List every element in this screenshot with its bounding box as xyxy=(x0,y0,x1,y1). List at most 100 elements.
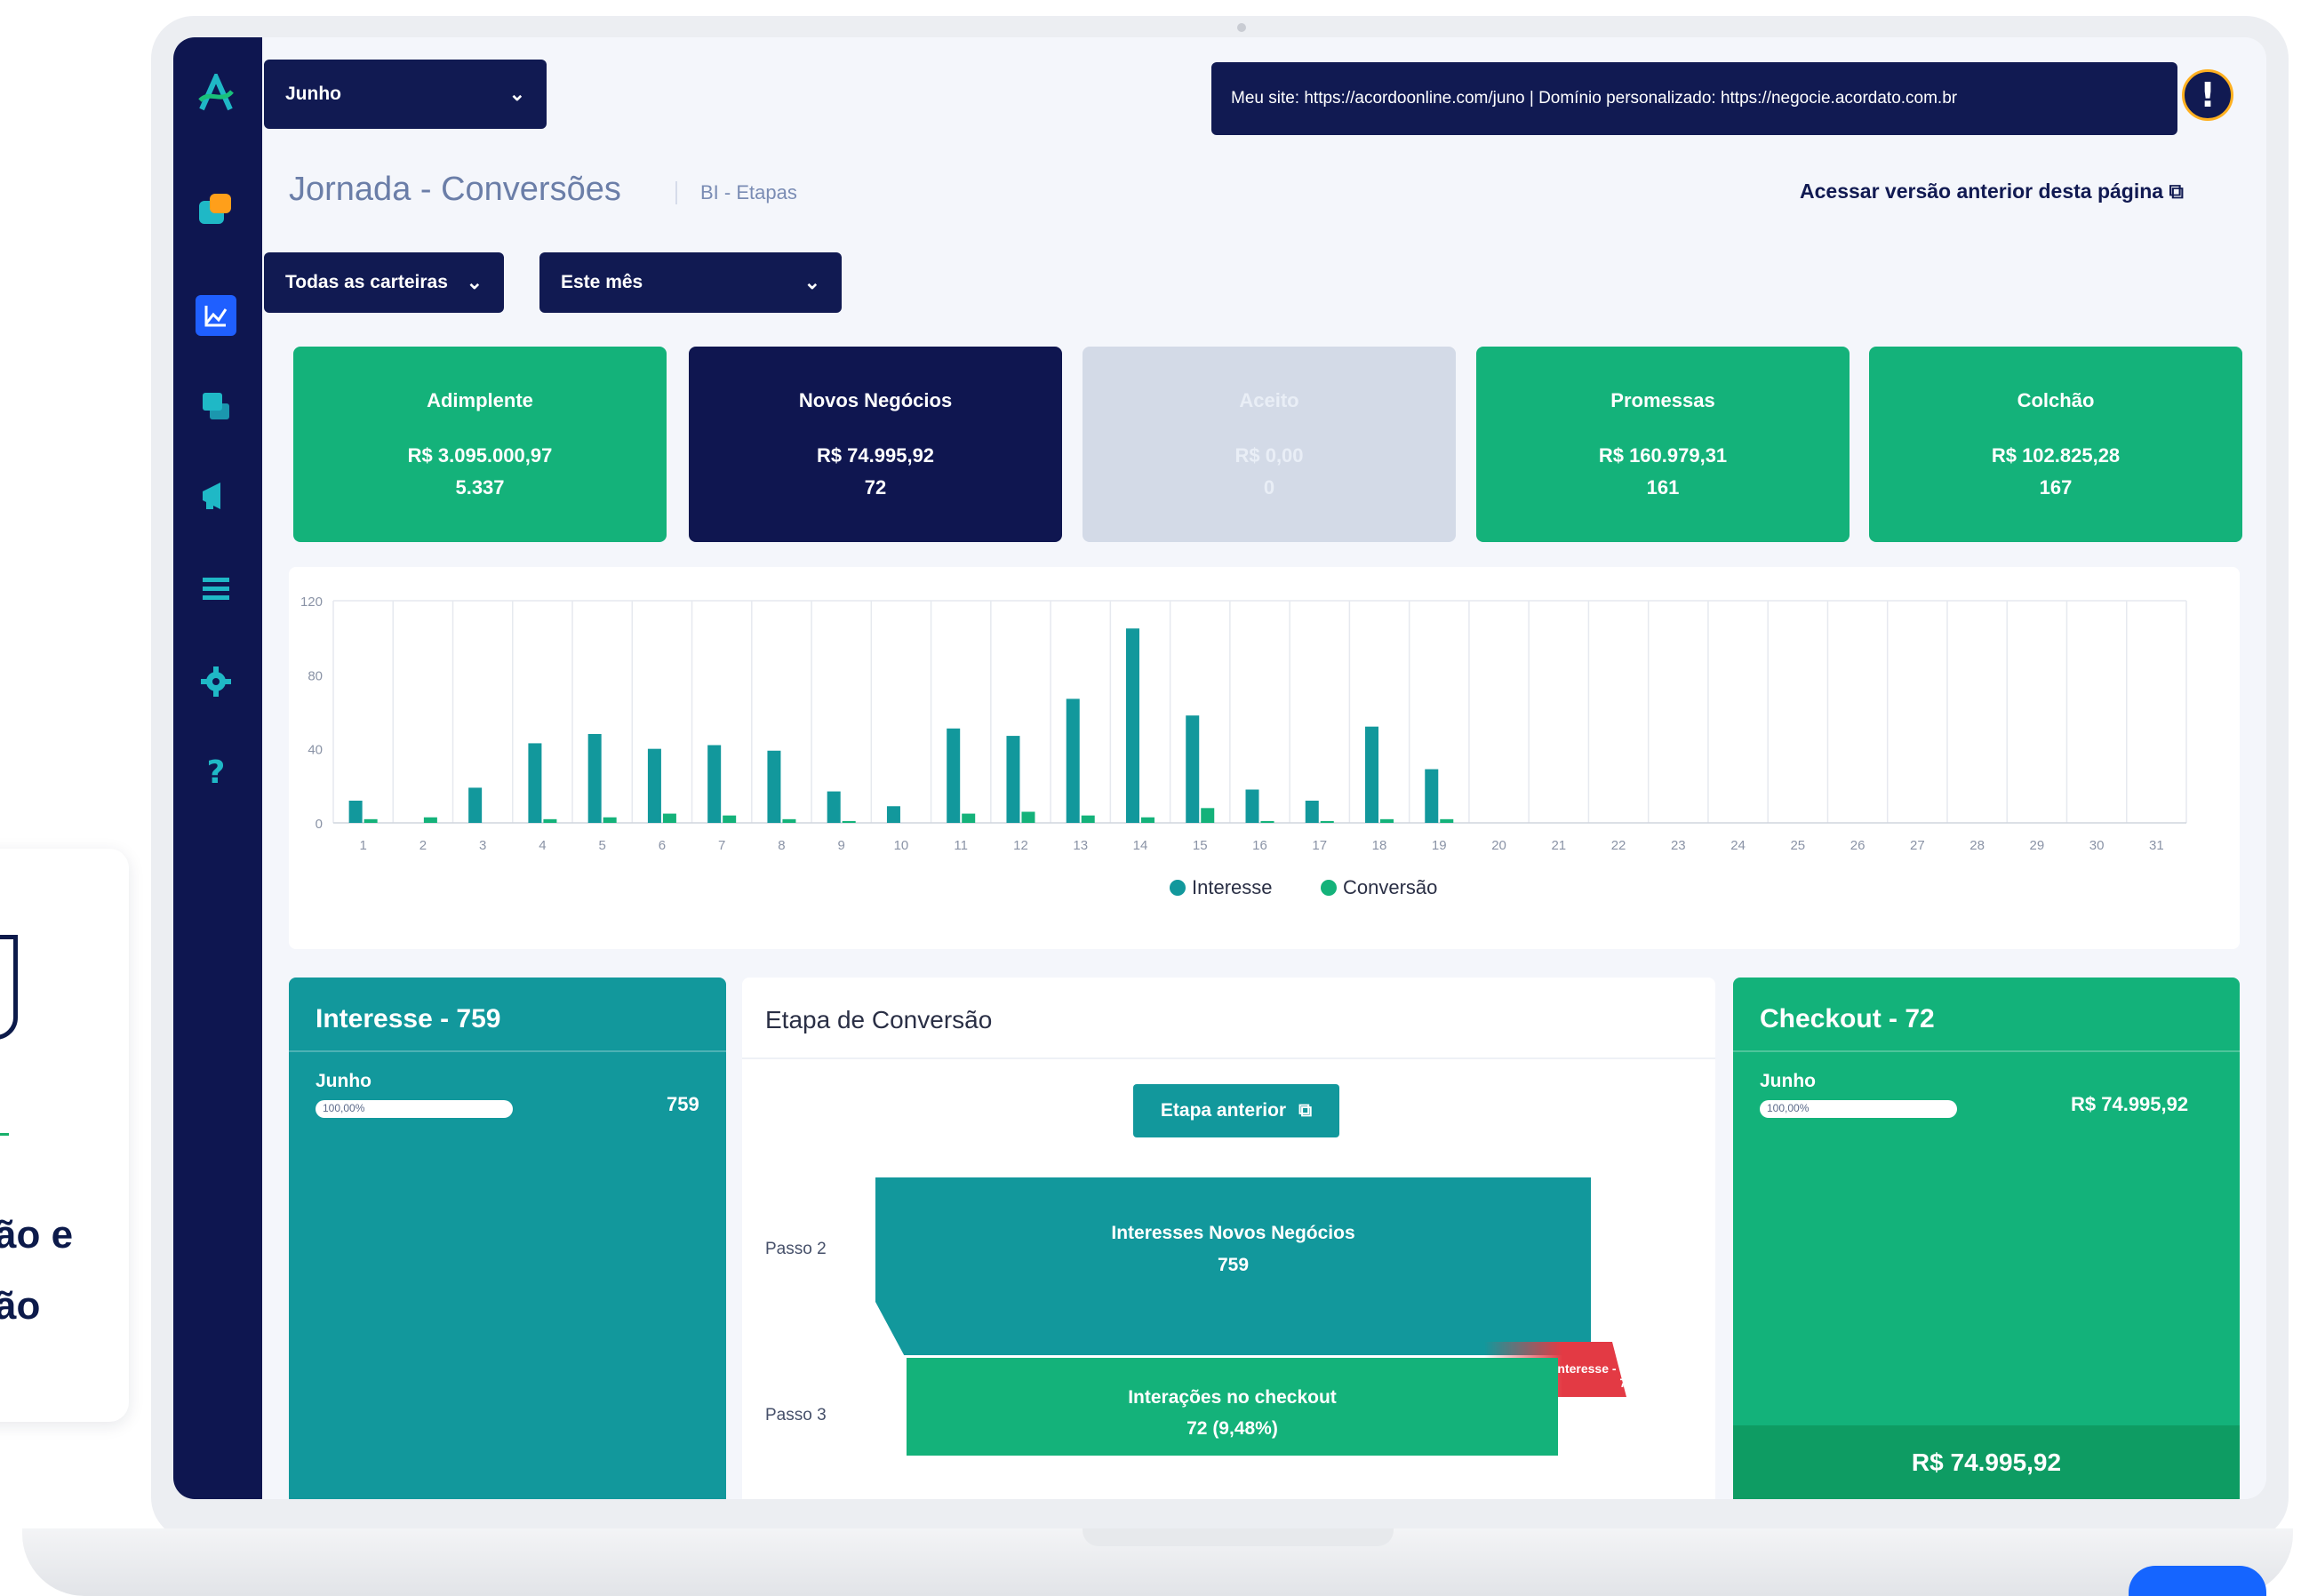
kpi-value: R$ 160.979,31 xyxy=(1598,444,1728,467)
chevron-down-icon: ⌄ xyxy=(466,271,483,293)
chart-bar-interesse xyxy=(587,734,602,823)
camera-icon xyxy=(1237,23,1246,32)
x-tick-label: 9 xyxy=(838,838,845,853)
x-tick-label: 23 xyxy=(1671,838,1686,853)
shield-icon xyxy=(0,935,18,1040)
interesse-month: Junho xyxy=(316,1071,372,1091)
checkout-progress: 100,00% xyxy=(1760,1100,1957,1118)
kpi-title: Colchão xyxy=(2017,389,2095,411)
chart-bar-conversão xyxy=(603,817,617,823)
funnel-stage-2-title: Interações no checkout xyxy=(1128,1387,1337,1408)
kpi-title: Promessas xyxy=(1610,389,1715,411)
funnel-stage-1-value: 759 xyxy=(1217,1255,1250,1275)
daily-bar-chart: 040801201 2 3 4 5 6 7 8 9 10 11 12 13 14 15 16 17 18 19 20 2… xyxy=(300,595,2187,898)
prev-step-button[interactable]: Etapa anterior ⧉ xyxy=(1133,1084,1339,1137)
divider xyxy=(1733,1050,2240,1052)
kpi-card-colchao[interactable]: Colchão R$ 102.825,28 167 xyxy=(1869,347,2242,542)
interesse-value: 759 xyxy=(667,1093,699,1115)
checkout-card: Checkout - 72 Junho 100,00% R$ 74.995,92… xyxy=(1733,978,2240,1499)
megaphone-icon[interactable] xyxy=(196,475,236,516)
chart-bar-interesse xyxy=(707,745,722,823)
step3-label: Passo 3 xyxy=(765,1406,827,1424)
funnel-stage-2-value: 72 (9,48%) xyxy=(1186,1418,1278,1439)
chart-bar-conversão xyxy=(423,817,437,823)
chart-bar-interesse xyxy=(1006,736,1020,823)
chart-bar-interesse xyxy=(468,787,483,823)
chart-bar-conversão xyxy=(1380,818,1394,823)
month-select-label: Junho xyxy=(285,84,341,104)
site-url-bar[interactable]: Meu site: https://acordoonline.com/juno … xyxy=(1211,62,2177,135)
prev-version-link[interactable]: Acessar versão anterior desta página ⧉ xyxy=(1800,180,2184,203)
chart-bar-conversão xyxy=(723,815,737,823)
interesse-percent: 100,00% xyxy=(323,1102,365,1114)
page-title: Jornada - Conversões xyxy=(289,171,621,208)
funnel-card: Etapa de Conversão Etapa anterior ⧉ Pass… xyxy=(742,978,1715,1499)
checkout-month: Junho xyxy=(1760,1071,1816,1091)
x-tick-label: 11 xyxy=(954,838,968,853)
x-tick-label: 1 xyxy=(359,838,366,853)
chart-bar-conversão xyxy=(1201,808,1215,823)
chart-bar-interesse xyxy=(348,801,363,823)
kpi-value: R$ 102.825,28 xyxy=(1991,444,2121,467)
chart-bar-interesse xyxy=(647,748,661,823)
chart-bar-interesse xyxy=(1125,628,1139,823)
chart-bar-conversão xyxy=(364,818,378,823)
kpi-value: R$ 74.995,92 xyxy=(816,444,935,467)
chart-bar-conversão xyxy=(1021,811,1035,823)
x-tick-label: 29 xyxy=(2030,838,2045,853)
wallet-filter-label: Todas as carteiras xyxy=(285,272,448,292)
feature-card-line1: ão e xyxy=(0,1213,74,1257)
help-icon[interactable]: ? xyxy=(196,752,236,793)
kpi-count: 161 xyxy=(1646,476,1680,499)
kpi-card-adimplente[interactable]: Adimplente R$ 3.095.000,97 5.337 xyxy=(293,347,667,542)
y-tick-label: 120 xyxy=(300,595,323,610)
chart-bar-conversão xyxy=(1081,815,1095,823)
month-select[interactable]: Junho ⌄ xyxy=(264,60,547,129)
marketing-canvas: ão e ão ? Junho ⌄ Meu site: https://acor… xyxy=(0,0,2317,1596)
chart-bar-conversão xyxy=(543,818,557,823)
laptop-notch xyxy=(1083,1528,1394,1546)
chart-bar-conversão xyxy=(782,818,796,823)
chart-bar-interesse xyxy=(886,806,900,823)
app-screen: ? Junho ⌄ Meu site: https://acordoonline… xyxy=(173,37,2266,1499)
chart-bar-conversão xyxy=(1260,820,1274,823)
kpi-card-promessas[interactable]: Promessas R$ 160.979,31 161 xyxy=(1476,347,1850,542)
prev-step-label: Etapa anterior xyxy=(1160,1100,1287,1121)
chart-bar-conversão xyxy=(842,820,856,823)
funnel-stage-1-title: Interesses Novos Negócios xyxy=(1111,1223,1355,1243)
alert-icon[interactable]: ! xyxy=(2182,69,2233,121)
x-tick-label: 3 xyxy=(479,838,486,853)
kpi-card-novos-negocios[interactable]: Novos Negócios R$ 74.995,92 72 xyxy=(689,347,1062,542)
x-tick-label: 5 xyxy=(598,838,605,853)
chart-bar-interesse xyxy=(1425,769,1439,823)
chart-bar-conversão xyxy=(1320,820,1334,823)
x-tick-label: 25 xyxy=(1790,838,1805,853)
funnel-stage-2-text: Interações no checkout 72 (9,48%) xyxy=(907,1382,1558,1444)
period-filter[interactable]: Este mês ⌄ xyxy=(539,252,842,313)
wallet-filter[interactable]: Todas as carteiras ⌄ xyxy=(264,252,504,313)
chart-bar-conversão xyxy=(1440,818,1454,823)
x-tick-label: 22 xyxy=(1611,838,1626,853)
cards-icon[interactable] xyxy=(196,386,236,427)
x-tick-label: 8 xyxy=(778,838,785,853)
x-tick-label: 26 xyxy=(1850,838,1866,853)
chat-button[interactable] xyxy=(2129,1566,2266,1596)
chat-bubbles-icon[interactable] xyxy=(196,190,236,231)
gear-icon[interactable] xyxy=(196,661,236,702)
funnel-stage-1-text: Interesses Novos Negócios 759 xyxy=(875,1217,1591,1281)
divider xyxy=(742,1057,1715,1059)
interesse-card: Interesse - 759 Junho 100,00% 759 xyxy=(289,978,726,1499)
chart-bar-conversão xyxy=(1140,817,1155,823)
kpi-count: 72 xyxy=(864,476,887,499)
x-tick-label: 10 xyxy=(894,838,909,853)
logo-icon[interactable] xyxy=(196,73,236,114)
kpi-card-aceito[interactable]: Aceito R$ 0,00 0 xyxy=(1083,347,1456,542)
legend-marker xyxy=(1170,880,1186,896)
chart-bar-conversão xyxy=(662,813,676,823)
x-tick-label: 16 xyxy=(1252,838,1267,853)
site-url-text: Meu site: https://acordoonline.com/juno … xyxy=(1231,89,1958,108)
chart-icon[interactable] xyxy=(196,295,236,336)
list-icon[interactable] xyxy=(196,569,236,610)
legend-label: Interesse xyxy=(1192,876,1273,898)
checkout-footer: R$ 74.995,92 xyxy=(1733,1425,2240,1499)
